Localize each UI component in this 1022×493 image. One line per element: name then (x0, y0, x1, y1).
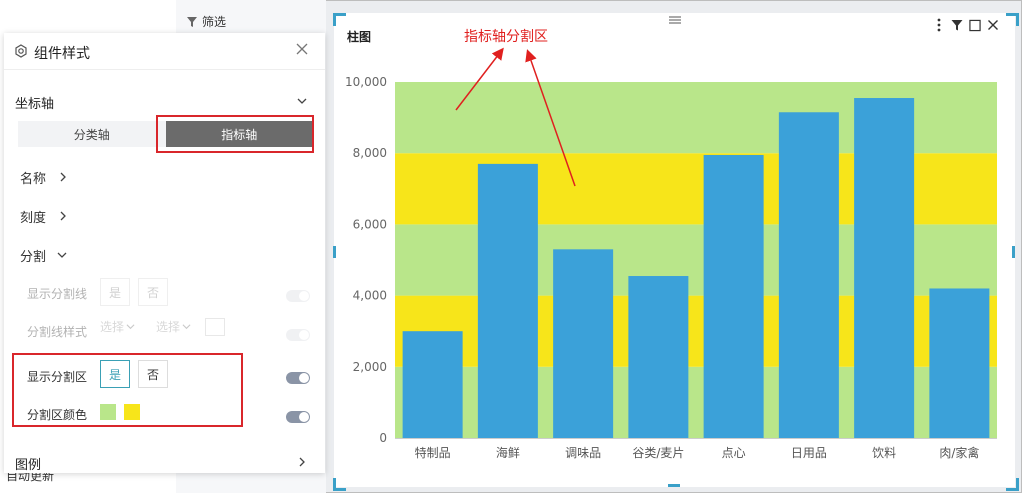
x-tick-label: 海鲜 (496, 445, 520, 460)
filter-label: 筛选 (202, 15, 227, 29)
maximize-icon[interactable] (969, 18, 981, 32)
annotation-arrow-1 (455, 47, 504, 111)
bar (553, 249, 614, 438)
split-line-style-toggle[interactable] (286, 329, 310, 341)
x-tick-label: 点心 (722, 446, 746, 460)
split-row-label[interactable]: 分割 (20, 246, 46, 265)
y-tick-label: 8,000 (353, 146, 387, 160)
split-area-color-toggle[interactable] (286, 411, 310, 423)
y-tick-label: 0 (379, 431, 387, 445)
legend-section-title[interactable]: 图例 (15, 454, 41, 473)
bar (477, 163, 538, 438)
highlight-value-axis-tab (156, 115, 314, 153)
bar (402, 331, 463, 438)
line-color-picker[interactable] (205, 318, 225, 336)
show-split-line-toggle[interactable] (286, 290, 310, 302)
y-tick-label: 2,000 (353, 360, 387, 374)
filter-icon[interactable] (951, 18, 963, 32)
chart-title: 柱图 (347, 30, 372, 44)
bar (628, 276, 689, 438)
line-width-select-value: 选择 (156, 319, 181, 334)
resize-handle-top-right[interactable] (1006, 13, 1019, 26)
name-row-label[interactable]: 名称 (20, 168, 46, 187)
resize-handle-top-left[interactable] (333, 13, 346, 26)
x-tick-label: 日用品 (791, 446, 827, 460)
y-tick-label: 6,000 (353, 217, 387, 231)
tab-category-axis[interactable]: 分类轴 (18, 121, 166, 147)
highlight-split-area-options (12, 353, 243, 427)
x-tick-label: 饮料 (872, 446, 896, 460)
x-tick-label: 特制品 (415, 445, 451, 460)
chevron-down-icon (182, 323, 191, 329)
line-width-select[interactable]: 选择 (156, 315, 191, 337)
settings-icon (15, 44, 27, 58)
panel-title: 组件样式 (34, 46, 90, 62)
x-tick-label: 肉/家禽 (939, 445, 979, 460)
close-icon[interactable] (295, 42, 309, 56)
filter-icon (187, 16, 197, 27)
panel-header: 组件样式 (4, 33, 325, 70)
chevron-right-icon[interactable] (58, 211, 68, 221)
bar (703, 154, 764, 438)
x-tick-label: 谷类/麦片 (632, 446, 684, 460)
close-icon[interactable] (987, 18, 999, 32)
axis-section-title[interactable]: 坐标轴 (15, 93, 54, 112)
filter-bar[interactable]: 筛选 (186, 13, 226, 30)
show-split-line-yes-button[interactable]: 是 (100, 278, 130, 306)
chevron-down-icon (126, 323, 135, 329)
bar (778, 112, 839, 438)
show-split-area-toggle[interactable] (286, 372, 310, 384)
resize-handle-bottom[interactable] (668, 484, 680, 487)
line-type-select-value: 选择 (100, 319, 125, 334)
chart-toolbar (933, 18, 999, 32)
annotation-arrows (455, 47, 576, 187)
chevron-right-icon[interactable] (297, 457, 307, 467)
y-tick-label: 10,000 (345, 75, 387, 89)
chevron-right-icon[interactable] (58, 172, 68, 182)
bar (929, 288, 990, 438)
y-tick-label: 4,000 (353, 289, 387, 303)
show-split-line-no-button[interactable]: 否 (138, 278, 168, 306)
chevron-down-icon[interactable] (57, 250, 67, 260)
x-tick-label: 调味品 (565, 446, 601, 460)
split-line-style-label: 分割线样式 (27, 325, 88, 339)
resize-handle-bottom-left[interactable] (333, 478, 346, 491)
chevron-down-icon[interactable] (297, 96, 307, 106)
scale-row-label[interactable]: 刻度 (20, 207, 46, 226)
bar-chart: 0 2,000 4,000 6,000 8,000 10,000 特制品 海鲜 调味品 谷类/麦片… (345, 75, 997, 460)
resize-handle-bottom-right[interactable] (1006, 478, 1019, 491)
more-vertical-icon[interactable] (933, 18, 945, 32)
show-split-line-label: 显示分割线 (27, 287, 88, 301)
drag-handle-icon[interactable] (668, 15, 682, 25)
line-type-select[interactable]: 选择 (100, 315, 135, 337)
bar (854, 98, 915, 438)
annotation-arrow-2 (525, 49, 576, 187)
